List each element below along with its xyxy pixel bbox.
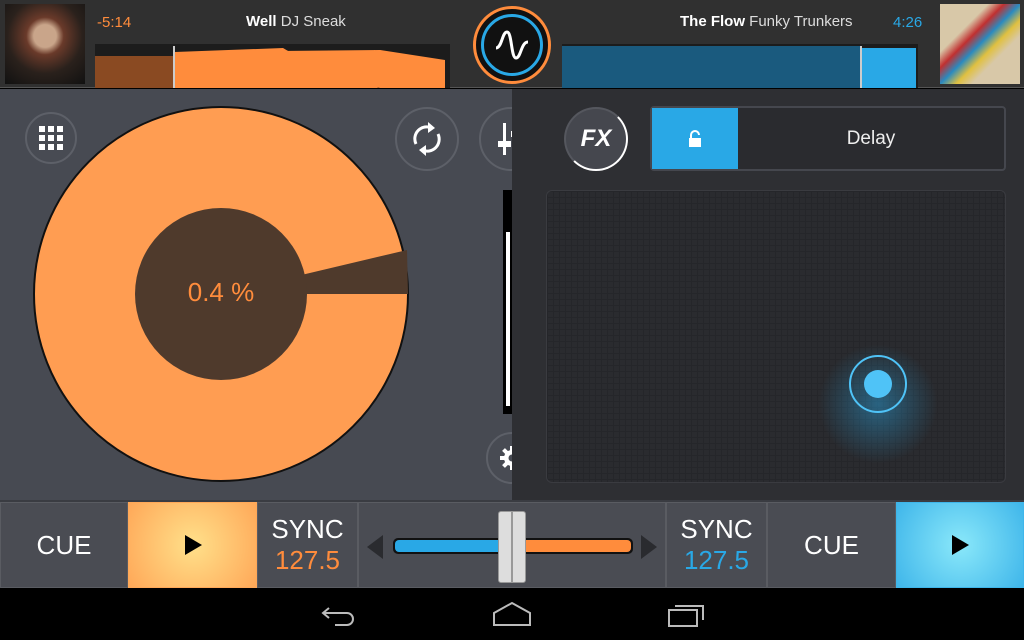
deck-b-time: 4:26: [893, 14, 923, 31]
deck-a-cue-button[interactable]: CUE: [0, 502, 128, 588]
deck-a-title: Well DJ Sneak: [246, 13, 346, 30]
top-bar: -5:14 Well DJ Sneak The Flow Funky Trunk…: [0, 0, 1024, 88]
home-icon[interactable]: [492, 601, 532, 627]
deck-b-sync-button[interactable]: SYNC 127.5: [666, 502, 767, 588]
play-icon: [184, 535, 202, 555]
wave-logo-icon: [495, 30, 529, 60]
crossfader-handle[interactable]: [498, 511, 526, 583]
deck-b-play-button[interactable]: [896, 502, 1024, 588]
fx-lock-button[interactable]: [652, 108, 738, 169]
deck-a-panel: 0.4 %: [0, 89, 543, 500]
play-icon: [952, 535, 969, 555]
fx-label: FX: [580, 125, 612, 152]
back-icon[interactable]: [321, 604, 357, 626]
app-logo[interactable]: [473, 6, 551, 84]
deck-b-waveform[interactable]: [562, 44, 918, 88]
unlock-icon: [689, 129, 701, 147]
fx-panel: FX Delay: [512, 89, 1024, 500]
deck-b-bpm: 127.5: [683, 545, 750, 575]
fx-xy-pad[interactable]: [546, 190, 1006, 483]
deck-a-play-button[interactable]: [128, 502, 257, 588]
deck-a-bpm: 127.5: [274, 545, 341, 575]
xy-pad-handle[interactable]: [849, 355, 907, 413]
deck-a-sync-button[interactable]: SYNC 127.5: [257, 502, 358, 588]
fx-name: Delay: [846, 128, 896, 149]
crossfader-right-arrow-icon: [641, 535, 657, 559]
fx-button[interactable]: FX: [564, 107, 628, 171]
recents-icon[interactable]: [667, 602, 707, 628]
deck-a-waveform[interactable]: [95, 44, 450, 88]
pitch-readout: 0.4 %: [187, 277, 255, 307]
deck-b-cue-button[interactable]: CUE: [767, 502, 896, 588]
deck-b-title: The Flow Funky Trunkers: [680, 13, 853, 30]
fx-selector[interactable]: Delay: [650, 106, 1006, 171]
crossfader[interactable]: [358, 502, 666, 588]
deck-b-album-art[interactable]: [940, 4, 1020, 84]
transport-bar: CUE SYNC 127.5 SYNC 127.5 CUE: [0, 500, 1024, 588]
sync-loop-icon: [413, 122, 441, 156]
system-nav-bar: [0, 588, 1024, 640]
deck-a-time: -5:14: [97, 14, 132, 31]
deck-a-album-art[interactable]: [5, 4, 85, 84]
crossfader-left-arrow-icon: [367, 535, 383, 559]
loop-button[interactable]: [395, 107, 459, 171]
